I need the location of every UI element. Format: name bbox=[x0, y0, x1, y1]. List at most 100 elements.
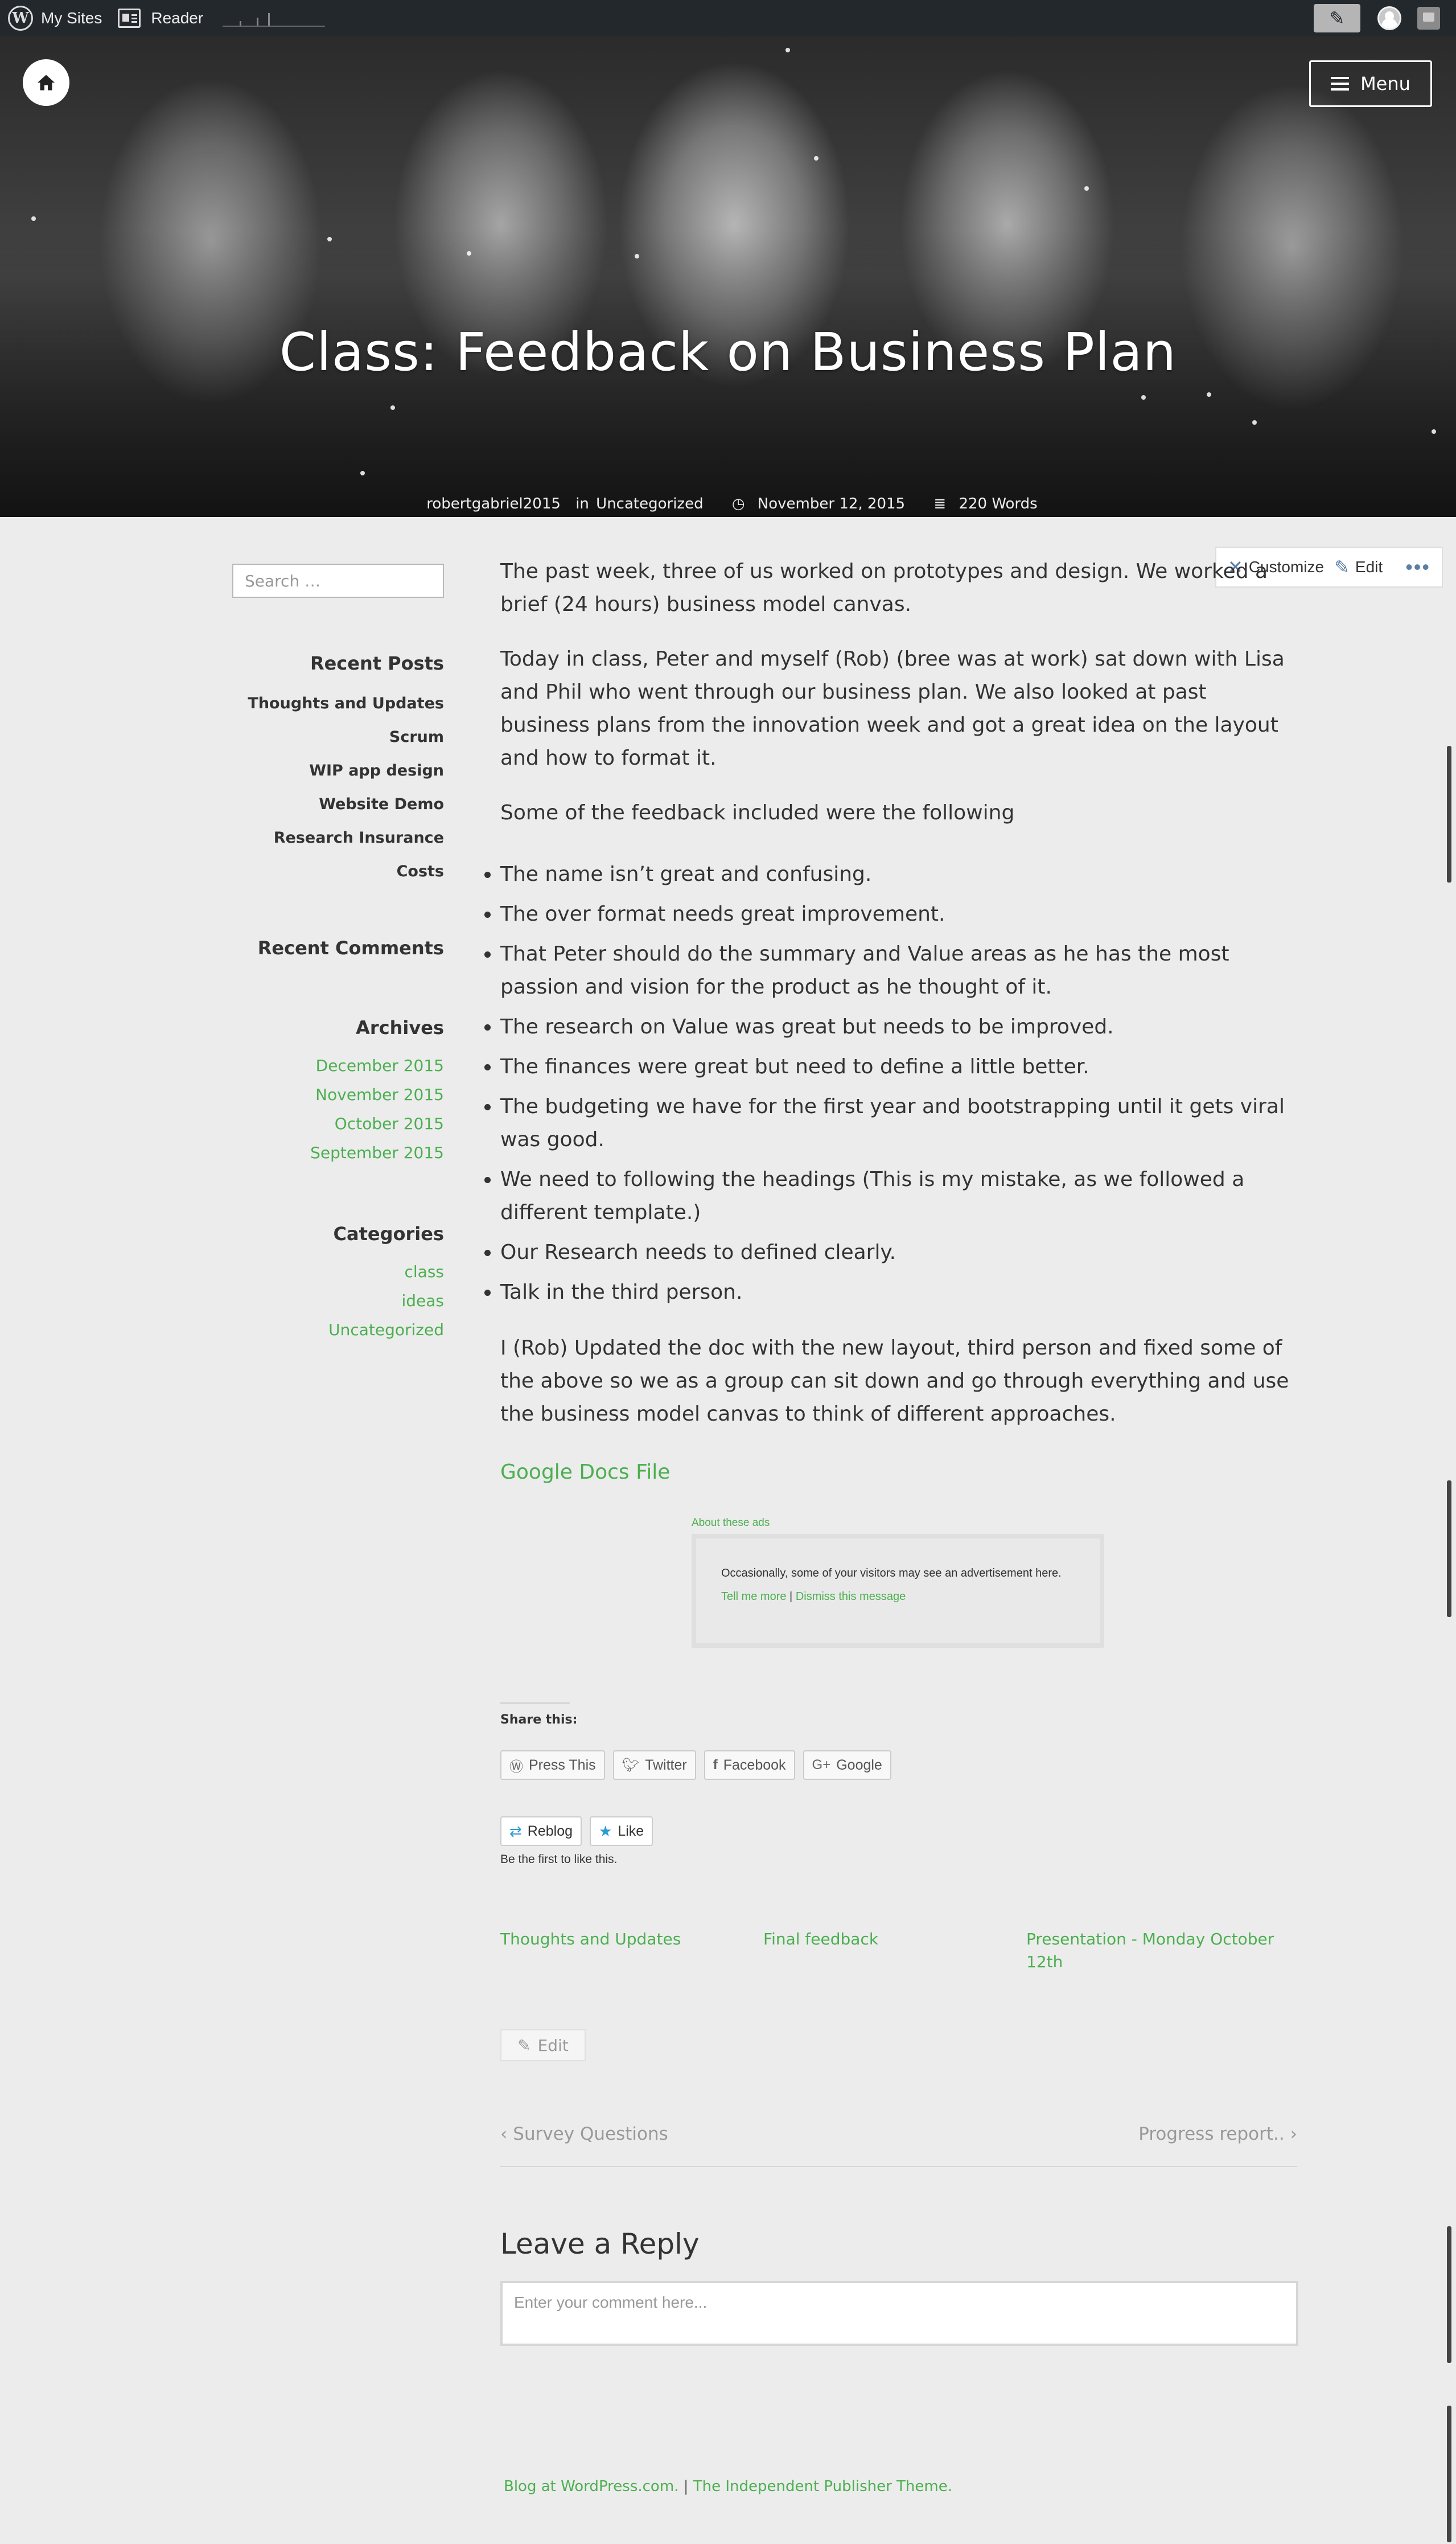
next-post-link[interactable]: Progress report.. › bbox=[1138, 2124, 1297, 2144]
feedback-list: The name isn’t great and confusing. The … bbox=[475, 858, 1297, 1309]
category-link[interactable]: ideas bbox=[228, 1286, 444, 1315]
pencil-icon: ✎ bbox=[1334, 557, 1350, 577]
word-count-icon: ≣ bbox=[933, 495, 947, 512]
reader-icon bbox=[118, 9, 141, 28]
scrollbar-thumb[interactable] bbox=[1447, 2406, 1451, 2542]
word-count: 220 Words bbox=[959, 495, 1038, 512]
my-sites-label: My Sites bbox=[41, 9, 102, 27]
categories-title: Categories bbox=[333, 1223, 444, 1245]
paragraph: Today in class, Peter and myself (Rob) (… bbox=[500, 647, 1285, 770]
sidebar: Search … Recent Posts Thoughts and Updat… bbox=[228, 564, 444, 1344]
share-buttons: Ⓦ Press This 🐦︎ Twitter f Facebook G+ Google bbox=[500, 1750, 891, 1780]
clock-icon: ◷ bbox=[731, 495, 745, 512]
list-item: Talk in the third person. bbox=[500, 1276, 1297, 1309]
author-link[interactable]: robertgabriel2015 bbox=[426, 495, 561, 512]
archive-link[interactable]: November 2015 bbox=[228, 1080, 444, 1109]
my-sites-button[interactable]: W My Sites bbox=[0, 0, 110, 36]
post-date[interactable]: November 12, 2015 bbox=[758, 495, 905, 512]
google-docs-link[interactable]: Google Docs File bbox=[500, 1456, 1297, 1489]
post-title: Class: Feedback on Business Plan bbox=[279, 322, 1177, 383]
archive-link[interactable]: December 2015 bbox=[228, 1051, 444, 1080]
archives-title: Archives bbox=[356, 1017, 444, 1039]
hamburger-icon bbox=[1331, 83, 1350, 85]
scrollbar-thumb[interactable] bbox=[1447, 746, 1451, 883]
avatar-icon[interactable] bbox=[1377, 6, 1401, 30]
ad-message: Occasionally, some of your visitors may … bbox=[721, 1567, 1062, 1579]
twitter-icon: 🐦︎ bbox=[622, 1757, 640, 1773]
twitter-button[interactable]: 🐦︎ Twitter bbox=[612, 1750, 696, 1780]
dismiss-link[interactable]: Dismiss this message bbox=[796, 1590, 906, 1603]
about-ads-link[interactable]: About these ads bbox=[692, 1517, 770, 1529]
wordpress-logo-icon: W bbox=[8, 6, 33, 31]
edit-button[interactable]: ✎ Edit bbox=[500, 2029, 586, 2061]
reply-title: Leave a Reply bbox=[500, 2227, 700, 2260]
list-item: We need to following the headings (This … bbox=[500, 1163, 1297, 1229]
press-this-button[interactable]: Ⓦ Press This bbox=[500, 1750, 605, 1780]
recent-posts-widget: Recent Posts Thoughts and Updates Scrum … bbox=[228, 653, 444, 888]
stats-sparkline[interactable] bbox=[223, 10, 326, 27]
google-button[interactable]: G+ Google bbox=[803, 1750, 891, 1780]
like-button[interactable]: ★ Like bbox=[590, 1816, 653, 1846]
reblog-button[interactable]: ⇄ Reblog bbox=[500, 1816, 582, 1846]
paragraph: The past week, three of us worked on pro… bbox=[500, 560, 1268, 616]
reader-button[interactable]: Reader bbox=[110, 0, 211, 36]
related-post-link[interactable]: Final feedback bbox=[763, 1928, 1031, 1951]
recent-post-link[interactable]: Thoughts and Updates bbox=[228, 687, 444, 720]
more-icon[interactable]: ••• bbox=[1405, 555, 1430, 579]
share-title: Share this: bbox=[500, 1702, 577, 1727]
google-plus-icon: G+ bbox=[812, 1757, 831, 1772]
menu-label: Menu bbox=[1360, 73, 1410, 95]
category-link[interactable]: Uncategorized bbox=[596, 495, 703, 512]
category-link[interactable]: Uncategorized bbox=[228, 1315, 444, 1344]
previous-post-link[interactable]: ‹ Survey Questions bbox=[500, 2124, 668, 2144]
recent-posts-title: Recent Posts bbox=[310, 653, 444, 674]
chevron-left-icon: ‹ bbox=[500, 2124, 508, 2144]
paragraph: Some of the feedback included were the f… bbox=[500, 801, 1015, 824]
list-item: Our Research needs to defined clearly. bbox=[500, 1236, 1297, 1269]
wordpress-link[interactable]: Blog at WordPress.com. bbox=[504, 2478, 678, 2495]
reader-label: Reader bbox=[151, 9, 204, 27]
star-icon: ★ bbox=[599, 1822, 612, 1840]
header-image: Menu Class: Feedback on Business Plan ro… bbox=[0, 36, 1456, 517]
recent-post-link[interactable]: WIP app design bbox=[228, 754, 444, 787]
facebook-icon: f bbox=[713, 1757, 718, 1772]
list-item: The name isn’t great and confusing. bbox=[500, 858, 1297, 891]
list-item: The over format needs great improvement. bbox=[500, 898, 1297, 931]
admin-bar: W My Sites Reader ✎ bbox=[0, 0, 1456, 36]
archive-link[interactable]: October 2015 bbox=[228, 1109, 444, 1138]
scrollbar-thumb[interactable] bbox=[1447, 1480, 1451, 1617]
related-post-link[interactable]: Thoughts and Updates bbox=[500, 1928, 768, 1951]
home-icon bbox=[38, 75, 55, 91]
reblog-icon: ⇄ bbox=[509, 1822, 522, 1840]
likes-text: Be the first to like this. bbox=[500, 1853, 618, 1866]
comment-input[interactable]: Enter your comment here... bbox=[500, 2281, 1298, 2346]
facebook-button[interactable]: f Facebook bbox=[704, 1750, 795, 1780]
notifications-icon[interactable] bbox=[1417, 7, 1440, 30]
search-input[interactable]: Search … bbox=[232, 564, 444, 598]
tell-me-more-link[interactable]: Tell me more bbox=[721, 1590, 786, 1603]
post-meta: robertgabriel2015 in Uncategorized ◷ Nov… bbox=[426, 495, 1038, 512]
scrollbar-thumb[interactable] bbox=[1447, 2226, 1451, 2363]
list-item: The budgeting we have for the first year… bbox=[500, 1090, 1297, 1156]
paragraph: I (Rob) Updated the doc with the new lay… bbox=[500, 1336, 1289, 1426]
list-item: The research on Value was great but need… bbox=[500, 1011, 1297, 1044]
recent-post-link[interactable]: Research Insurance Costs bbox=[228, 821, 444, 888]
edit-post-button[interactable]: ✎ Edit bbox=[1334, 556, 1383, 578]
recent-comments-widget: Recent Comments bbox=[228, 937, 444, 959]
pencil-icon: ✎ bbox=[517, 2036, 531, 2055]
home-button[interactable] bbox=[23, 59, 69, 106]
list-item: That Peter should do the summary and Val… bbox=[500, 938, 1297, 1004]
category-link[interactable]: class bbox=[228, 1257, 444, 1286]
archives-widget: Archives December 2015 November 2015 Oct… bbox=[228, 1017, 444, 1167]
theme-link[interactable]: The Independent Publisher Theme. bbox=[693, 2478, 952, 2495]
recent-post-link[interactable]: Website Demo bbox=[228, 787, 444, 821]
recent-post-link[interactable]: Scrum bbox=[228, 720, 444, 754]
chevron-right-icon: › bbox=[1290, 2124, 1297, 2144]
post-content: The past week, three of us worked on pro… bbox=[500, 555, 1297, 1489]
post-navigation: ‹ Survey Questions Progress report.. › bbox=[500, 2124, 1297, 2167]
menu-button[interactable]: Menu bbox=[1309, 60, 1432, 107]
ad-notice: Occasionally, some of your visitors may … bbox=[692, 1534, 1104, 1648]
write-icon[interactable]: ✎ bbox=[1314, 4, 1360, 32]
related-post-link[interactable]: Presentation - Monday October 12th bbox=[1026, 1928, 1294, 1973]
archive-link[interactable]: September 2015 bbox=[228, 1138, 444, 1167]
